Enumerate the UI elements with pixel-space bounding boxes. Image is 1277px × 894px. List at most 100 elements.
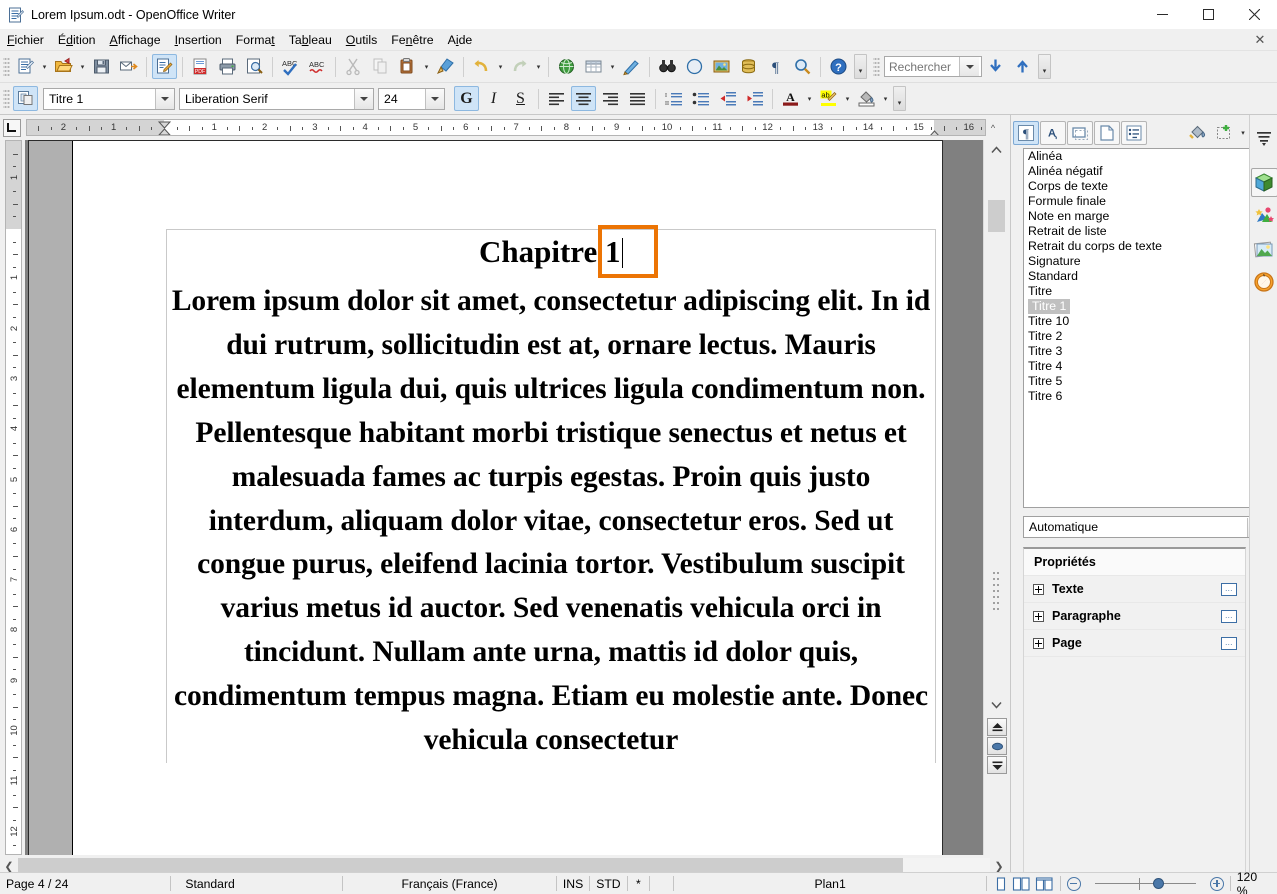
gallery-button[interactable] [709,54,734,79]
toolbar-grip[interactable] [3,55,10,78]
formatting-marks-button[interactable]: ¶ [763,54,788,79]
new-style-dropdown[interactable]: ▾ [1238,120,1248,145]
font-color-button[interactable]: A [778,86,803,111]
numbered-list-button[interactable]: I II [661,86,686,111]
zoom-button[interactable] [790,54,815,79]
background-color-dropdown[interactable]: ▾ [880,86,891,111]
bold-button[interactable]: G [454,86,479,111]
document-page[interactable]: Chapitre 1 Lorem ipsum dolor sit amet, c… [28,140,943,855]
insert-table-button[interactable] [581,54,606,79]
highlight-button[interactable]: ab [816,86,841,111]
formatting-toolbar-grip[interactable] [3,87,10,110]
font-size-dropdown-arrow[interactable] [425,88,444,109]
style-list-item[interactable]: Standard [1024,269,1251,284]
expand-text-icon[interactable] [1033,583,1044,595]
font-name-combo[interactable]: Liberation Serif [179,87,374,110]
background-color-button[interactable] [854,86,879,111]
data-sources-button[interactable] [736,54,761,79]
zoom-out-button[interactable] [1061,873,1087,894]
status-page[interactable]: Page 4 / 24 [0,873,170,894]
document-heading[interactable]: Chapitre 1 [167,225,935,278]
zoom-in-button[interactable] [1204,873,1230,894]
status-modified-indicator[interactable]: * [628,873,649,894]
style-list-item[interactable]: Formule finale [1024,194,1251,209]
page-styles-button[interactable] [1094,120,1120,145]
standard-toolbar-overflow[interactable]: ▾ [854,54,867,79]
style-list-item[interactable]: Alinéa [1024,149,1251,164]
search-toolbar-grip[interactable] [873,55,880,78]
style-list-item[interactable]: Note en marge [1024,209,1251,224]
menu-outils[interactable]: Outils [339,31,384,49]
scroll-down-button[interactable] [986,695,1007,714]
vertical-scrollbar[interactable] [983,140,1008,855]
paragraph-style-dropdown-arrow[interactable] [155,88,174,109]
open-document-button[interactable] [51,54,76,79]
vertical-ruler[interactable]: 1 1 2 3 4 5 6 7 8 9 10 11 12 [0,140,25,855]
paragraph-style-combo[interactable]: Titre 1 [43,87,175,110]
search-input[interactable] [885,57,959,76]
find-next-button[interactable] [983,54,1008,79]
menu-fenetre[interactable]: Fenêtre [384,31,440,49]
undo-dropdown[interactable]: ▾ [495,54,506,79]
properties-section-page[interactable]: Page … [1024,629,1245,656]
menu-affichage[interactable]: Affichage [103,31,168,49]
search-combo[interactable] [884,56,982,77]
style-list-item[interactable]: Titre 6 [1024,389,1251,404]
find-replace-button[interactable] [655,54,680,79]
hyperlink-button[interactable] [554,54,579,79]
gallery-deck-button[interactable] [1251,234,1277,263]
menu-aide[interactable]: Aide [441,31,480,49]
spelling-button[interactable]: ABC [278,54,303,79]
text-more-options-button[interactable]: … [1221,582,1237,596]
menu-insertion[interactable]: Insertion [168,31,229,49]
menu-fichier[interactable]: Fichier [0,31,51,49]
style-list-item[interactable]: Alinéa négatif [1024,164,1251,179]
style-list-item[interactable]: Titre 4 [1024,359,1251,374]
style-list-item[interactable]: Titre 2 [1024,329,1251,344]
style-list-item[interactable]: Retrait de liste [1024,224,1251,239]
style-list-item[interactable]: Titre 5 [1024,374,1251,389]
expand-page-icon[interactable] [1033,637,1044,649]
increase-indent-button[interactable] [742,86,767,111]
navigation-select-button[interactable] [987,737,1007,755]
find-previous-button[interactable] [1010,54,1035,79]
paragraph-styles-button[interactable]: ¶ [1013,120,1039,145]
navigator-deck-button[interactable]: N [1251,267,1277,296]
fill-format-mode-button[interactable] [1184,121,1210,145]
vertical-ruler-track[interactable]: 1 1 2 3 4 5 6 7 8 9 10 11 12 [5,140,22,855]
style-list-item[interactable]: Titre [1024,284,1251,299]
new-document-dropdown[interactable]: ▾ [39,54,50,79]
heading-number[interactable]: 1 [605,234,621,269]
status-signature[interactable] [650,873,673,894]
status-page-style[interactable]: Standard [171,873,342,894]
print-button[interactable] [215,54,240,79]
send-email-button[interactable] [116,54,141,79]
status-selection-mode[interactable]: STD [590,873,627,894]
justify-button[interactable] [625,86,650,111]
style-list-item[interactable]: Signature [1024,254,1251,269]
insert-table-dropdown[interactable]: ▾ [607,54,618,79]
menu-tableau[interactable]: Tableau [282,31,339,49]
status-insert-mode[interactable]: INS [557,873,589,894]
search-toolbar-overflow[interactable]: ▾ [1038,54,1051,79]
properties-section-paragraph[interactable]: Paragraphe … [1024,602,1245,629]
print-preview-button[interactable] [242,54,267,79]
align-left-button[interactable] [544,86,569,111]
ruler-indent-marker-left[interactable] [157,121,172,135]
menu-edition[interactable]: Édition [51,31,103,49]
export-pdf-button[interactable]: PDF [188,54,213,79]
properties-section-text[interactable]: Texte … [1024,575,1245,602]
properties-deck-button[interactable] [1250,168,1277,197]
align-center-button[interactable] [571,86,596,111]
close-document-icon[interactable]: ✕ [1252,32,1268,48]
ruler-indent-marker-right[interactable] [928,127,941,135]
minimize-button[interactable] [1139,0,1185,29]
expand-paragraph-icon[interactable] [1033,610,1044,622]
style-list-item[interactable]: Titre 10 [1024,314,1251,329]
sidebar-settings-button[interactable] [1251,123,1277,152]
decrease-indent-button[interactable] [715,86,740,111]
styles-list[interactable]: Alinéa Alinéa négatif Corps de texte Formul… [1023,148,1268,508]
status-language[interactable]: Français (France) [343,873,556,894]
horizontal-ruler[interactable]: 2 1 1 2 3 4 5 6 7 8 9 10 11 12 13 14 15 16 ^ [0,115,1008,140]
style-list-item[interactable]: Titre 1 [1024,299,1251,314]
